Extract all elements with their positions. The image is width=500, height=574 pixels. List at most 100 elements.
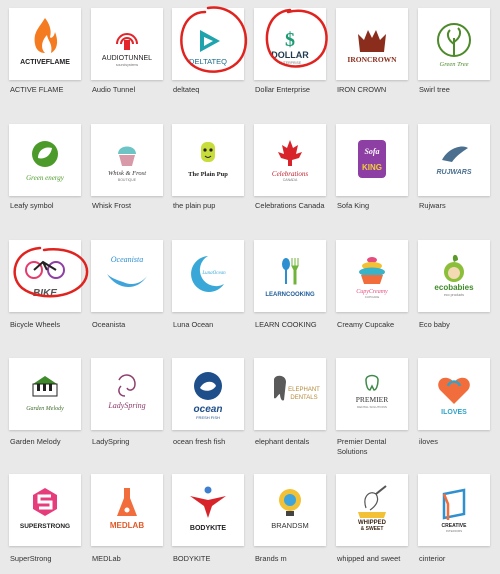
logo-caption: Garden Melody	[10, 437, 61, 446]
baby-leaf-icon	[444, 254, 464, 282]
logo-caption: the plain pup	[173, 201, 216, 210]
wordmark: Garden Melody	[26, 406, 64, 412]
wordmark: MEDLAB	[110, 521, 144, 530]
logo-tile-active-flame[interactable]: ACTIVEFLAME	[9, 8, 81, 80]
logo-tile-luna-ocean[interactable]: LunaOcean	[172, 240, 244, 312]
logo-caption: cinterior	[419, 554, 446, 563]
spoon-fork-icon	[282, 258, 299, 285]
wordmark: PREMIER	[356, 395, 389, 404]
logo-tile-whipped-sweet[interactable]: WHIPPED & SWEET	[336, 474, 408, 546]
crown-icon	[358, 30, 386, 52]
logo-caption: Dollar Enterprise	[255, 85, 311, 94]
fish-icon	[194, 372, 222, 400]
logo-caption: Leafy symbol	[10, 201, 54, 210]
logo-caption: Bicycle Wheels	[10, 320, 61, 329]
logo-caption: BODYKITE	[173, 554, 211, 563]
logo-caption: Whisk Frost	[92, 201, 132, 210]
wordmark: ecobabies	[434, 283, 474, 292]
tagline: FRESH FISH	[196, 415, 220, 420]
logo-tile-sofa-king[interactable]: Sofa KING	[336, 124, 408, 196]
play-triangle-icon	[200, 30, 220, 52]
logo-caption: Rujwars	[419, 201, 446, 210]
tagline: DENTAL SOLUTIONS	[357, 405, 387, 409]
dollar-sign-icon: $	[285, 29, 295, 51]
logo-caption: whipped and sweet	[337, 554, 401, 563]
maple-leaf-icon	[278, 140, 302, 166]
wordmark: ACTIVEFLAME	[20, 59, 70, 66]
logo-tile-eco-baby[interactable]: ecobabies eco products	[418, 240, 490, 312]
wordmark: Green Tree	[440, 61, 469, 68]
wordmark: BIKE	[33, 288, 57, 299]
logo-tile-bodykite[interactable]: BODYKITE	[172, 474, 244, 546]
logo-caption: Celebrations Canada	[255, 201, 325, 210]
logo-tile-audio-tunnel[interactable]: AUDIOTUNNEL soundsystems	[91, 8, 163, 80]
logo-caption: Sofa King	[337, 201, 370, 210]
cupcake-icon	[118, 146, 136, 166]
tooth-icon	[365, 374, 379, 391]
logo-tile-garden-melody[interactable]: Garden Melody	[9, 358, 81, 430]
flame-icon	[34, 18, 58, 53]
logo-caption: Brands m	[255, 554, 287, 563]
wordmark: AUDIOTUNNEL	[102, 55, 152, 62]
logo-caption: iloves	[419, 437, 438, 446]
logo-tile-medlab[interactable]: MEDLAB	[91, 474, 163, 546]
lady-icon	[118, 374, 136, 397]
logo-tile-oceanista[interactable]: Oceanista	[91, 240, 163, 312]
wordmark: LEARNCOOKING	[265, 292, 315, 298]
logo-tile-bicycle-wheels[interactable]: BIKE	[9, 240, 81, 312]
wordmark: RUJWARS	[436, 169, 471, 176]
tagline: ENTERPRISE	[279, 61, 302, 65]
elephant-tooth-icon	[274, 375, 286, 401]
wordmark: BODYKITE	[190, 525, 227, 532]
wordmark: The Plain Pup	[188, 171, 228, 178]
logo-caption: MEDLab	[92, 554, 121, 563]
logo-tile-superstrong[interactable]: SUPERSTRONG	[9, 474, 81, 546]
dog-icon	[201, 142, 215, 162]
logo-tile-whisk-frost[interactable]: Whisk & Frost BOUTIQUE	[91, 124, 163, 196]
bicycle-icon	[25, 260, 65, 279]
logo-caption: Eco baby	[419, 320, 450, 329]
logo-tile-celebrations-canada[interactable]: Celebrations CANADA	[254, 124, 326, 196]
tagline: INTERIORS	[446, 529, 462, 533]
logo-tile-creamy-cupcake[interactable]: CupyCreamy CUPCAKE	[336, 240, 408, 312]
logo-tile-elephant-dentals[interactable]: ELEPHANT DENTALS	[254, 358, 326, 430]
logo-tile-ladyspring[interactable]: LadySpring	[91, 358, 163, 430]
logo-tile-rujwars[interactable]: RUJWARS	[418, 124, 490, 196]
wordmark: KING	[362, 163, 382, 172]
logo-tile-iloves[interactable]: ILOVES	[418, 358, 490, 430]
audio-signal-icon	[116, 33, 138, 50]
sofa-icon	[358, 140, 386, 178]
logo-tile-cinterior[interactable]: CREATIVE INTERIORS	[418, 474, 490, 546]
logo-tile-deltateq[interactable]: DELTATEQ	[172, 8, 244, 80]
logo-tile-premier-dental[interactable]: PREMIER DENTAL SOLUTIONS	[336, 358, 408, 430]
tagline: DENTALS	[290, 395, 317, 401]
logo-tile-dollar-enterprise[interactable]: $ DOLLAR ENTERPRISE	[254, 8, 326, 80]
wordmark: Green energy	[26, 174, 65, 182]
leaf-circle-icon	[32, 141, 58, 167]
logo-tile-leafy-symbol[interactable]: Green energy	[9, 124, 81, 196]
logo-caption: Swirl tree	[419, 85, 450, 94]
tagline: soundsystems	[116, 63, 139, 67]
logo-caption: Luna Ocean	[173, 320, 214, 329]
logo-caption: elephant dentals	[255, 437, 310, 446]
logo-tile-iron-crown[interactable]: IRONCROWN	[336, 8, 408, 80]
interior-frame-icon	[442, 488, 466, 520]
wordmark: ocean	[194, 404, 223, 415]
wordmark: IRONCROWN	[347, 55, 397, 64]
wordmark-top: Sofa	[364, 147, 379, 156]
wordmark: Celebrations	[272, 170, 308, 178]
wordmark: ELEPHANT	[288, 387, 320, 393]
s-hexagon-icon	[33, 488, 57, 516]
wing-icon	[442, 146, 468, 162]
logo-tile-brands-m[interactable]: BRANDSM	[254, 474, 326, 546]
wordmark: Oceanista	[111, 255, 143, 264]
logo-caption: LadySpring	[92, 437, 130, 446]
logo-tile-ocean-fresh-fish[interactable]: ocean FRESH FISH	[172, 358, 244, 430]
lightbulb-icon	[279, 489, 301, 516]
logo-caption: LEARN COOKING	[255, 320, 317, 329]
logo-tile-swirl-tree[interactable]: Green Tree	[418, 8, 490, 80]
logo-tile-learn-cooking[interactable]: LEARNCOOKING	[254, 240, 326, 312]
logo-tile-plain-pup[interactable]: The Plain Pup	[172, 124, 244, 196]
flask-icon	[117, 488, 137, 516]
wordmark: Whisk & Frost	[108, 170, 146, 177]
